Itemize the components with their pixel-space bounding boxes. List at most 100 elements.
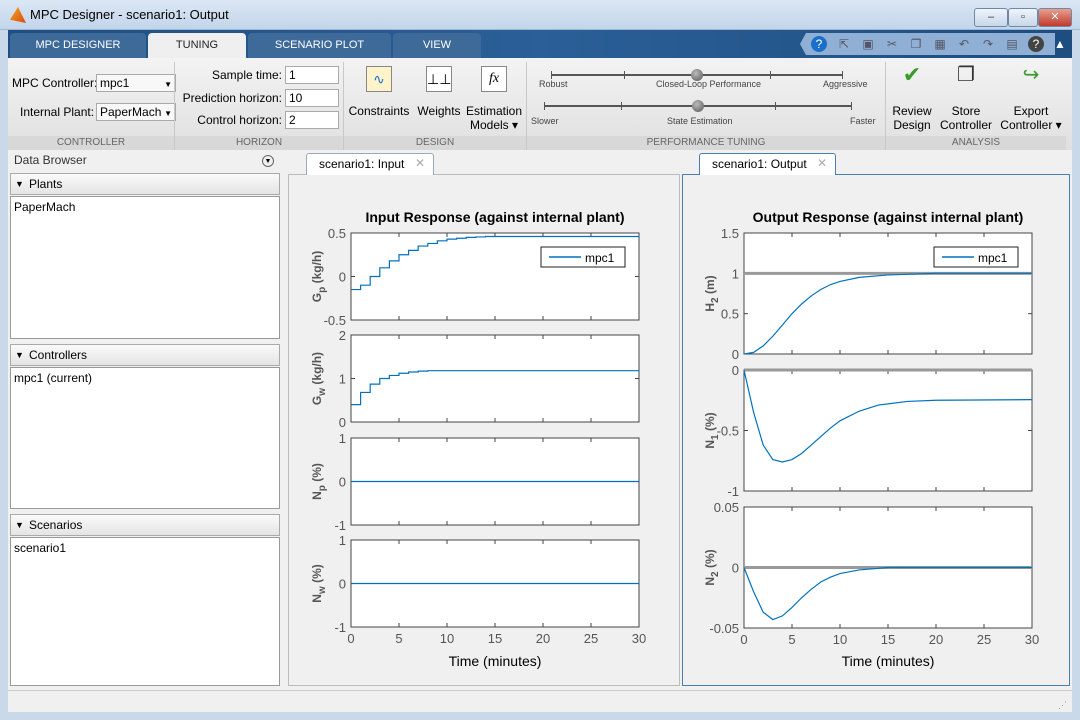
y-axis-label: H2 (m) [703, 275, 721, 311]
y-tick-label: 0 [732, 363, 739, 378]
section-design: DESIGN [344, 136, 526, 150]
window-title: MPC Designer - scenario1: Output [30, 7, 229, 22]
section-horizon: HORIZON [175, 136, 343, 150]
plants-list: PaperMach [10, 196, 280, 339]
status-bar [8, 690, 1072, 712]
x-tick-label: 25 [584, 631, 598, 646]
x-tick-label: 10 [833, 632, 847, 647]
controllers-panel-header[interactable]: Controllers [10, 344, 280, 366]
y-tick-label: 0.5 [328, 226, 346, 241]
tab-scenario1-input[interactable]: scenario1: Input ✕ [306, 153, 434, 175]
estimation-models-button[interactable]: fx Estimation Models ▾ [466, 66, 522, 132]
estimation-label: Estimation [466, 104, 523, 118]
close-tab-icon[interactable]: ✕ [817, 156, 827, 170]
list-item[interactable]: PaperMach [14, 200, 276, 214]
y-tick-label: 0.05 [714, 500, 739, 515]
controller-label: Controller [939, 118, 993, 132]
cut-icon[interactable]: ✂ [884, 36, 900, 52]
x-tick-label: 5 [788, 632, 795, 647]
fx-icon: fx [481, 66, 507, 92]
scenarios-panel-header[interactable]: Scenarios [10, 514, 280, 536]
export-controller-button[interactable]: ↪ Export Controller ▾ [996, 64, 1066, 132]
plot-axes [350, 334, 640, 423]
x-tick-label: 0 [347, 631, 354, 646]
list-item[interactable]: mpc1 (current) [14, 371, 276, 385]
new-icon[interactable]: ⇱ [836, 36, 852, 52]
y-tick-label: 1 [339, 533, 346, 548]
copy-icon[interactable]: ❐ [908, 36, 924, 52]
redo-icon[interactable]: ↷ [980, 36, 996, 52]
y-tick-label: 1.5 [721, 226, 739, 241]
resize-grip-icon[interactable]: ⋰ [1058, 700, 1067, 711]
x-tick-label: 15 [488, 631, 502, 646]
list-item[interactable]: scenario1 [14, 541, 276, 555]
plot-axes [743, 369, 1033, 492]
tab-view[interactable]: VIEW [393, 33, 481, 58]
sample-time-input[interactable]: 1 [285, 66, 339, 84]
weights-button[interactable]: ⊥⊥ Weights [414, 66, 464, 118]
tab-mpc-designer[interactable]: MPC DESIGNER [10, 33, 146, 58]
state-estimation-slider[interactable] [544, 100, 852, 114]
review-design-button[interactable]: ✔ Review Design [888, 62, 936, 133]
store-controller-button[interactable]: ❐ Store Controller [938, 65, 994, 132]
close-button[interactable]: ✕ [1038, 8, 1072, 27]
x-tick-label: 30 [1025, 632, 1039, 647]
export-label: Export [1013, 104, 1049, 118]
y-tick-label: 0 [339, 577, 346, 592]
response-plots: Input Response (against internal plant) … [310, 209, 1039, 669]
x-tick-label: 15 [881, 632, 895, 647]
y-tick-label: -1 [727, 484, 739, 499]
store-label: Store [951, 104, 981, 118]
input-chart-title: Input Response (against internal plant) [365, 209, 624, 225]
control-horizon-input[interactable]: 2 [285, 111, 339, 129]
review-label: Review [892, 104, 932, 118]
save-icon[interactable]: ▣ [860, 36, 876, 52]
data-browser-menu-icon[interactable]: ▼ [262, 155, 274, 167]
section-analysis: ANALYSIS [886, 136, 1066, 150]
minimize-button[interactable]: – [974, 8, 1008, 27]
y-tick-label: -0.05 [709, 621, 739, 636]
constraints-icon: ∿ [366, 66, 392, 92]
mpc-controller-dropdown[interactable]: mpc1 [96, 74, 176, 92]
review-check-icon: ✔ [902, 62, 922, 87]
data-browser-title: Data Browser [14, 153, 87, 167]
models-label: Models ▾ [469, 118, 519, 132]
y-axis-label: Gp (kg/h) [310, 251, 328, 302]
collapse-ribbon-icon[interactable]: ▲ [1052, 36, 1068, 52]
section-performance-tuning: PERFORMANCE TUNING [527, 136, 885, 150]
maximize-button[interactable]: ▫ [1008, 8, 1038, 27]
state-estimation-label: State Estimation [667, 116, 733, 126]
y-tick-label: 0.5 [721, 307, 739, 322]
plants-panel-header[interactable]: Plants [10, 173, 280, 195]
y-tick-label: -1 [334, 620, 346, 635]
tab-scenario1-output[interactable]: scenario1: Output ✕ [699, 153, 836, 175]
plot-axes [350, 232, 640, 321]
slower-label: Slower [531, 116, 559, 126]
x-tick-label: 5 [395, 631, 402, 646]
constraints-button[interactable]: ∿ Constraints [348, 66, 410, 118]
internal-plant-dropdown[interactable]: PaperMach [96, 103, 176, 121]
tab-label: scenario1: Output [712, 157, 807, 171]
x-tick-label: 30 [632, 631, 646, 646]
export-icon: ↪ [1022, 64, 1040, 86]
tab-scenario-plot[interactable]: SCENARIO PLOT [248, 33, 391, 58]
layout-icon[interactable]: ▤ [1004, 36, 1020, 52]
paste-icon[interactable]: ▦ [932, 36, 948, 52]
x-tick-label: 25 [977, 632, 991, 647]
legend-entry: mpc1 [585, 251, 615, 265]
slider-thumb[interactable] [692, 100, 704, 112]
design-label: Design [893, 118, 931, 132]
output-xlabel: Time (minutes) [842, 653, 935, 669]
undo-icon[interactable]: ↶ [956, 36, 972, 52]
x-tick-label: 20 [929, 632, 943, 647]
y-tick-label: 0 [732, 561, 739, 576]
y-axis-label: Nw (%) [310, 564, 328, 602]
help2-icon[interactable]: ? [1028, 36, 1044, 52]
close-tab-icon[interactable]: ✕ [415, 156, 425, 170]
tab-tuning[interactable]: TUNING [148, 33, 246, 58]
y-tick-label: -0.5 [324, 313, 346, 328]
robust-label: Robust [539, 79, 568, 89]
prediction-horizon-input[interactable]: 10 [285, 89, 339, 107]
help-icon[interactable]: ? [811, 36, 827, 52]
y-axis-label: Np (%) [310, 463, 328, 500]
